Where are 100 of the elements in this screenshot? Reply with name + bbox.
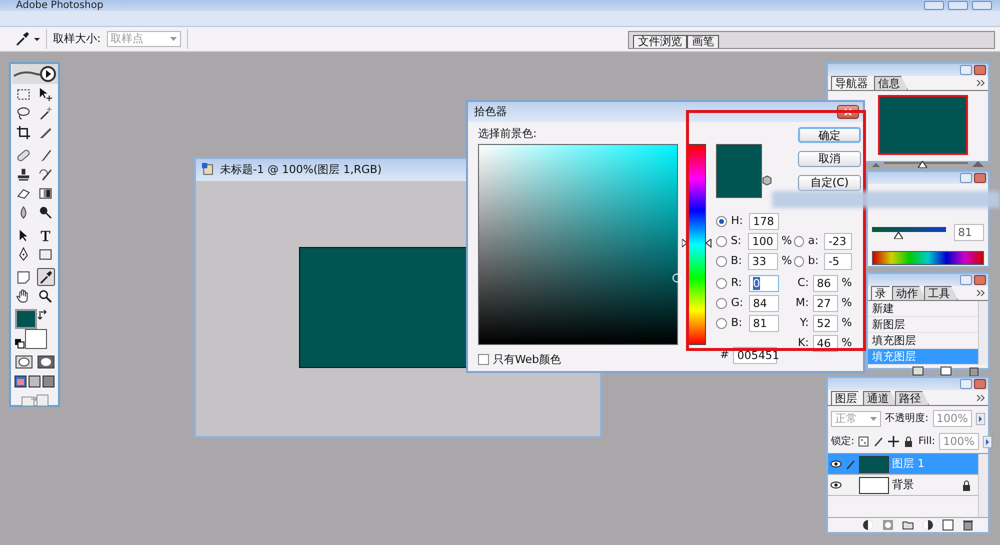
value-field[interactable]: 81 [749,314,779,332]
scroll-bar[interactable] [978,301,988,365]
field-label: R: [731,276,744,290]
stepper-icon[interactable] [982,436,992,448]
checker-icon[interactable] [858,436,870,447]
tool-button[interactable] [36,287,54,305]
value-field[interactable]: 86 [812,274,838,292]
panel-tab[interactable]: 路径 [895,391,929,405]
large-mountain-icon[interactable] [972,160,984,167]
radio-button[interactable] [794,236,804,246]
layer-row[interactable]: 背景 [828,475,978,496]
dialog-button[interactable]: 确定 [798,127,861,143]
brush-icon[interactable] [873,436,884,447]
full-screen-icon[interactable] [28,375,41,388]
value-field[interactable]: 81 [954,224,984,241]
small-mountain-icon[interactable] [872,160,880,166]
app-title: Adobe Photoshop [16,0,104,10]
default-colors-icon[interactable] [14,339,24,349]
move-cross-icon[interactable] [888,436,900,447]
checkbox[interactable] [478,354,489,366]
panel-menu-icon[interactable] [977,80,985,86]
close-button[interactable] [974,275,986,285]
close-icon [844,108,852,116]
document-icon [202,163,216,177]
radio-button[interactable] [716,236,727,246]
snapshot-icon[interactable] [912,366,924,376]
palette-tab[interactable]: 文件浏览 [633,35,687,48]
panel-menu-icon[interactable] [977,290,985,296]
field-label: 取样大小: [53,32,101,46]
value-field[interactable]: 0 [749,274,779,292]
minimize-button[interactable] [960,65,972,75]
scroll-bar[interactable] [978,454,988,517]
radio-button[interactable] [716,256,727,266]
circle-half-icon[interactable] [862,519,874,531]
hue-marker-icon[interactable] [682,239,712,248]
trash-icon[interactable] [962,519,974,531]
background-swatch[interactable] [24,329,46,349]
opacity-field[interactable]: 100% [932,410,972,427]
hue-slider[interactable] [682,144,712,345]
radio-button[interactable] [716,318,727,328]
gradient-icon [38,186,53,200]
radio-button[interactable] [716,278,727,288]
close-button[interactable] [974,65,986,75]
minimize-button[interactable] [960,275,972,285]
layer-name: 背景 [892,478,914,492]
radio-button[interactable] [716,216,727,226]
swap-arrow-icon[interactable] [36,309,48,320]
value-field[interactable]: 52 [812,314,838,332]
eyedropper-icon[interactable] [14,31,30,47]
zoom-icon [38,288,53,304]
field-label: a: [808,234,820,248]
new-layer-icon[interactable] [942,519,954,531]
radio-button[interactable] [794,256,804,266]
value-field[interactable]: 33 [748,252,778,270]
panel-tab[interactable]: 信息 [874,76,908,90]
panel-tab[interactable]: 工具 [924,286,958,300]
minimize-button[interactable] [960,173,972,183]
panel-tab[interactable]: 动作 [892,286,926,300]
brush-icon[interactable] [845,458,856,470]
color-ramp[interactable] [872,251,984,265]
panel-tab[interactable]: 通道 [863,391,897,405]
picker-circle-icon[interactable] [672,273,682,284]
panel-menu-icon[interactable] [977,395,985,401]
stamp-icon [16,166,31,182]
mask-mode-icon[interactable] [36,354,54,370]
maximize-button[interactable] [948,1,968,10]
value-field[interactable]: 27 [812,294,838,312]
slider-thumb-icon[interactable] [894,232,903,238]
field-label: 锁定: [831,436,854,448]
tool-button[interactable] [14,123,32,141]
new-document-icon[interactable] [940,366,952,376]
mask-icon[interactable] [882,519,894,531]
dialog-button[interactable]: 自定(C) [798,175,861,191]
fill-field[interactable]: 100% [939,433,979,450]
slider-thumb-icon[interactable] [918,161,927,168]
unit-label: % [782,254,792,268]
full-screen-icon[interactable] [42,375,55,388]
value-field[interactable]: 100 [748,232,778,250]
eye-icon[interactable] [830,459,842,469]
value-field[interactable]: 178 [749,212,779,230]
radio-button[interactable] [716,298,727,308]
dialog-button[interactable]: 取消 [798,151,861,167]
palette-tab[interactable]: 画笔 [687,35,719,48]
caret-icon[interactable] [34,38,40,40]
tool-button[interactable] [36,268,54,286]
lock-icon[interactable] [903,436,914,447]
close-button[interactable] [974,173,986,183]
eye-icon[interactable] [830,480,842,490]
folder-icon[interactable] [902,519,914,531]
circle-half-icon[interactable] [922,519,934,531]
value-field[interactable]: 84 [749,294,779,312]
window-mode-icon[interactable] [14,375,27,388]
layer-thumbnail [859,456,889,472]
stepper-icon[interactable] [976,412,985,424]
standard-mode-icon[interactable] [14,354,32,370]
minimize-button[interactable] [924,1,944,10]
color-preview [716,144,762,198]
value-field[interactable]: -5 [824,252,852,270]
value-field[interactable]: -23 [824,232,852,250]
foreground-swatch[interactable] [14,309,36,329]
